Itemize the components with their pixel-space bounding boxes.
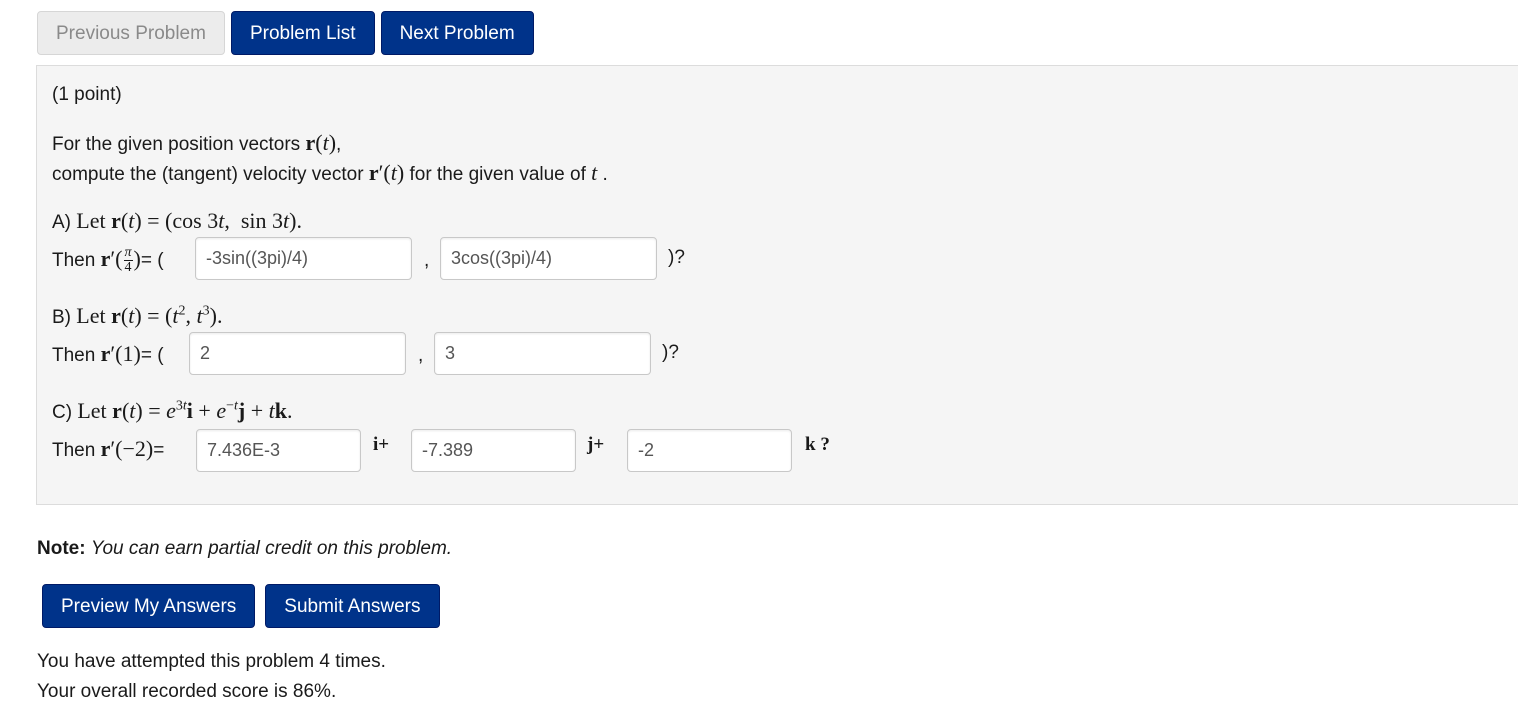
part-c-r-prime: r′(−2) (100, 436, 154, 461)
part-c-math: Let r(t) = e3ti + e−tj + tk. (77, 398, 293, 423)
part-c-j-label: j+ (587, 434, 605, 455)
problem-panel: (1 point) For the given position vectors… (36, 65, 1518, 505)
score-status: Your overall recorded score is 86%. (37, 681, 337, 702)
math-t: t (591, 160, 598, 185)
problem-list-button[interactable]: Problem List (230, 11, 375, 55)
part-b-statement: B) Let r(t) = (t2, t3). (52, 303, 223, 328)
math-r-of-t: r(t) (305, 130, 337, 155)
part-a-r-prime: r′(π 4) (100, 245, 141, 276)
next-problem-button[interactable]: Next Problem (380, 11, 534, 55)
part-c-j-input[interactable] (411, 429, 576, 472)
part-b-separator: , (418, 345, 424, 366)
part-c-statement: C) Let r(t) = e3ti + e−tj + tk. (52, 398, 293, 423)
problem-navigation: Previous Problem Problem List Next Probl… (37, 11, 534, 55)
part-a-statement: A) Let r(t) = (cos 3t, sin 3t). (52, 208, 302, 233)
part-c-k-label: k ? (805, 434, 830, 455)
previous-problem-button[interactable]: Previous Problem (37, 11, 225, 55)
part-c-i-input[interactable] (196, 429, 361, 472)
partial-credit-note: Note: You can earn partial credit on thi… (37, 538, 453, 559)
part-b-y-input[interactable] (434, 332, 651, 375)
math-r-prime-of-t: r′(t) (368, 160, 405, 185)
part-c-i-label: i+ (373, 434, 390, 455)
part-b-x-input[interactable] (189, 332, 406, 375)
part-a-x-input[interactable] (195, 237, 412, 280)
part-a-y-input[interactable] (440, 237, 657, 280)
answer-actions: Preview My Answers Submit Answers (42, 584, 440, 628)
submit-answers-button[interactable]: Submit Answers (265, 584, 440, 628)
part-b-r-prime: r′(1) (100, 341, 141, 366)
intro-line-2: compute the (tangent) velocity vector r′… (52, 160, 608, 185)
intro-line-1: For the given position vectors r(t), (52, 130, 342, 155)
part-b-math: Let r(t) = (t2, t3). (76, 303, 223, 328)
part-a-close: )? (668, 247, 685, 268)
part-b-then: Then r′(1)= ( (52, 341, 164, 366)
part-c-then: Then r′(−2)= (52, 436, 165, 461)
part-a-then: Then r′(π 4)= ( (52, 245, 164, 276)
attempts-status: You have attempted this problem 4 times. (37, 651, 386, 672)
points-label: (1 point) (52, 84, 122, 105)
preview-answers-button[interactable]: Preview My Answers (42, 584, 256, 628)
part-a-math: Let r(t) = (cos 3t, sin 3t). (76, 208, 302, 233)
part-c-k-input[interactable] (627, 429, 792, 472)
part-b-close: )? (662, 342, 679, 363)
part-a-separator: , (424, 250, 430, 271)
